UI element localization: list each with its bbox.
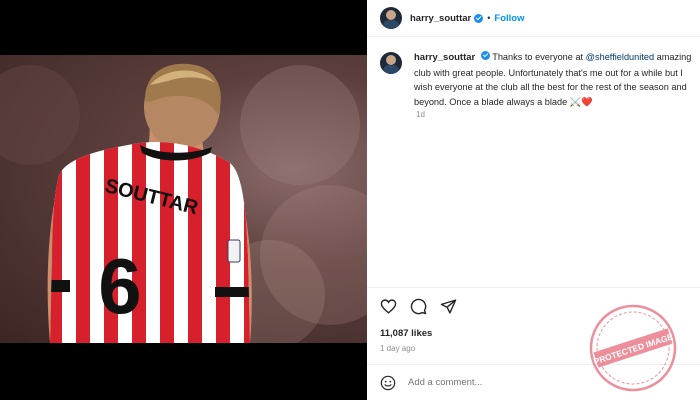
- player-illustration: SOUTTAR 6: [0, 63, 367, 343]
- watermark-stamp: PROTECTED IMAGE: [589, 304, 677, 392]
- caption-text: harry_souttar Thanks to everyone at @she…: [414, 50, 700, 109]
- likes-count[interactable]: 11,087 likes: [380, 328, 432, 339]
- caption-username[interactable]: harry_souttar: [414, 52, 475, 63]
- header-username[interactable]: harry_souttar: [410, 13, 471, 24]
- post-timestamp: 1 day ago: [380, 344, 416, 353]
- red-heart-emoji: ❤️: [581, 96, 593, 107]
- verified-badge-icon: [480, 51, 490, 60]
- caption-row: harry_souttar Thanks to everyone at @she…: [380, 50, 700, 109]
- caption-avatar[interactable]: [380, 52, 402, 74]
- avatar[interactable]: [380, 7, 402, 29]
- shirt-number: 6: [98, 242, 141, 330]
- swords-emoji: ⚔️: [569, 96, 582, 107]
- mention-link[interactable]: @sheffieldunited: [586, 52, 654, 62]
- follow-button[interactable]: Follow: [494, 13, 524, 24]
- comment-input[interactable]: [408, 377, 588, 388]
- caption-age: 1d: [416, 110, 425, 119]
- verified-badge-icon: [474, 13, 484, 23]
- post-media[interactable]: SOUTTAR 6: [0, 0, 367, 400]
- caption-part-1: Thanks to everyone at: [492, 52, 586, 62]
- share-icon[interactable]: [440, 298, 457, 315]
- comment-icon[interactable]: [410, 298, 427, 315]
- heart-icon[interactable]: [380, 298, 397, 315]
- post-header: harry_souttar • Follow: [367, 0, 700, 37]
- player-photo: SOUTTAR 6: [0, 55, 367, 343]
- emoji-icon[interactable]: [380, 375, 396, 391]
- separator-dot: •: [487, 13, 491, 23]
